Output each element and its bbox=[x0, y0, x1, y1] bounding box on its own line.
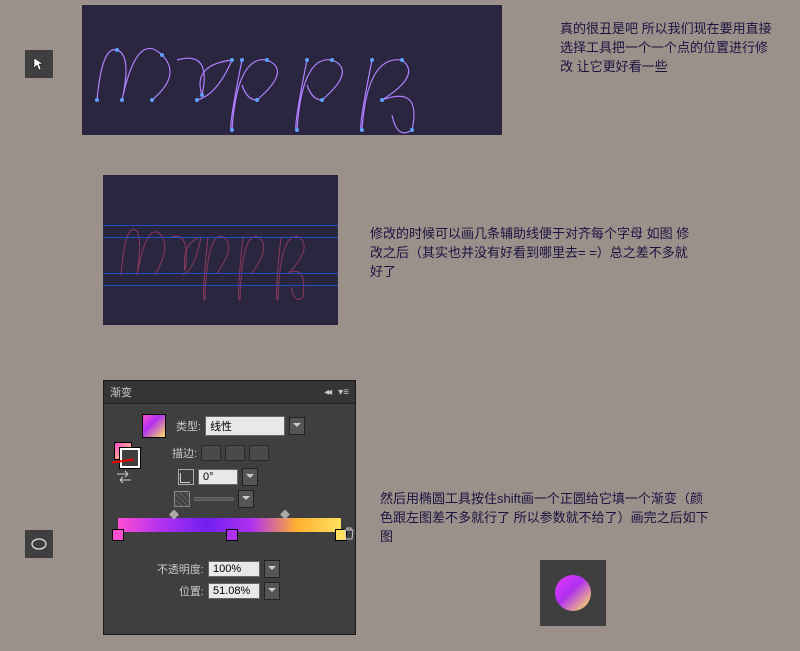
type-label: 类型: bbox=[176, 418, 201, 434]
gradient-type-select[interactable]: 线性 bbox=[205, 416, 285, 436]
stroke-label: 描边: bbox=[172, 445, 197, 461]
position-input[interactable]: 51.08% bbox=[208, 583, 260, 599]
arrow-icon bbox=[32, 57, 46, 71]
opacity-label: 不透明度: bbox=[114, 561, 204, 577]
angle-input[interactable]: 0° bbox=[198, 469, 238, 485]
aspect-input bbox=[194, 497, 234, 501]
delete-stop-icon[interactable] bbox=[343, 526, 355, 543]
ellipse-icon bbox=[31, 538, 47, 550]
aspect-dropdown-icon[interactable] bbox=[238, 490, 254, 508]
angle-dropdown-icon[interactable] bbox=[242, 468, 258, 486]
section1-description: 真的很丑是吧 所以我们现在要用直接选择工具把一个一个点的位置进行修改 让它更好看… bbox=[560, 20, 775, 77]
stroke-option-3[interactable] bbox=[249, 445, 269, 461]
stroke-option-1[interactable] bbox=[201, 445, 221, 461]
opacity-input[interactable]: 100% bbox=[208, 561, 260, 577]
angle-icon bbox=[178, 469, 194, 485]
gradient-preview-swatch[interactable] bbox=[142, 414, 166, 438]
aspect-ratio-icon[interactable] bbox=[174, 491, 190, 507]
position-dropdown-icon[interactable] bbox=[264, 582, 280, 600]
panel-title: 渐变 bbox=[110, 384, 132, 400]
happy-refined-canvas bbox=[103, 175, 338, 325]
reverse-gradient-icon[interactable] bbox=[114, 470, 134, 484]
gradient-panel: 渐变 ◂◂ ▾≡ 类型: 线性 描边: bbox=[103, 380, 356, 635]
stroke-option-2[interactable] bbox=[225, 445, 245, 461]
fill-stroke-swatch[interactable] bbox=[114, 442, 136, 464]
panel-menu-icon[interactable]: ▾≡ bbox=[338, 387, 349, 398]
gradient-circle-result bbox=[555, 575, 591, 611]
midpoint-2[interactable] bbox=[280, 510, 290, 520]
ellipse-tool[interactable] bbox=[25, 530, 53, 558]
section3-description: 然后用椭圆工具按住shift画一个正圆给它填一个渐变（颜色跟左图差不多就行了 所… bbox=[380, 490, 710, 547]
panel-header: 渐变 ◂◂ ▾≡ bbox=[104, 381, 355, 404]
midpoint-1[interactable] bbox=[169, 510, 179, 520]
direct-select-tool[interactable] bbox=[25, 50, 53, 78]
section2-description: 修改的时候可以画几条辅助线便于对齐每个字母 如图 修改之后（其实也并没有好看到哪… bbox=[370, 225, 700, 282]
result-preview bbox=[540, 560, 606, 626]
panel-collapse-icon[interactable]: ◂◂ bbox=[324, 387, 330, 398]
position-label: 位置: bbox=[114, 583, 204, 599]
happy-rough-canvas bbox=[82, 5, 502, 135]
type-dropdown-icon[interactable] bbox=[289, 417, 305, 435]
opacity-dropdown-icon[interactable] bbox=[264, 560, 280, 578]
gradient-slider[interactable] bbox=[118, 518, 341, 532]
